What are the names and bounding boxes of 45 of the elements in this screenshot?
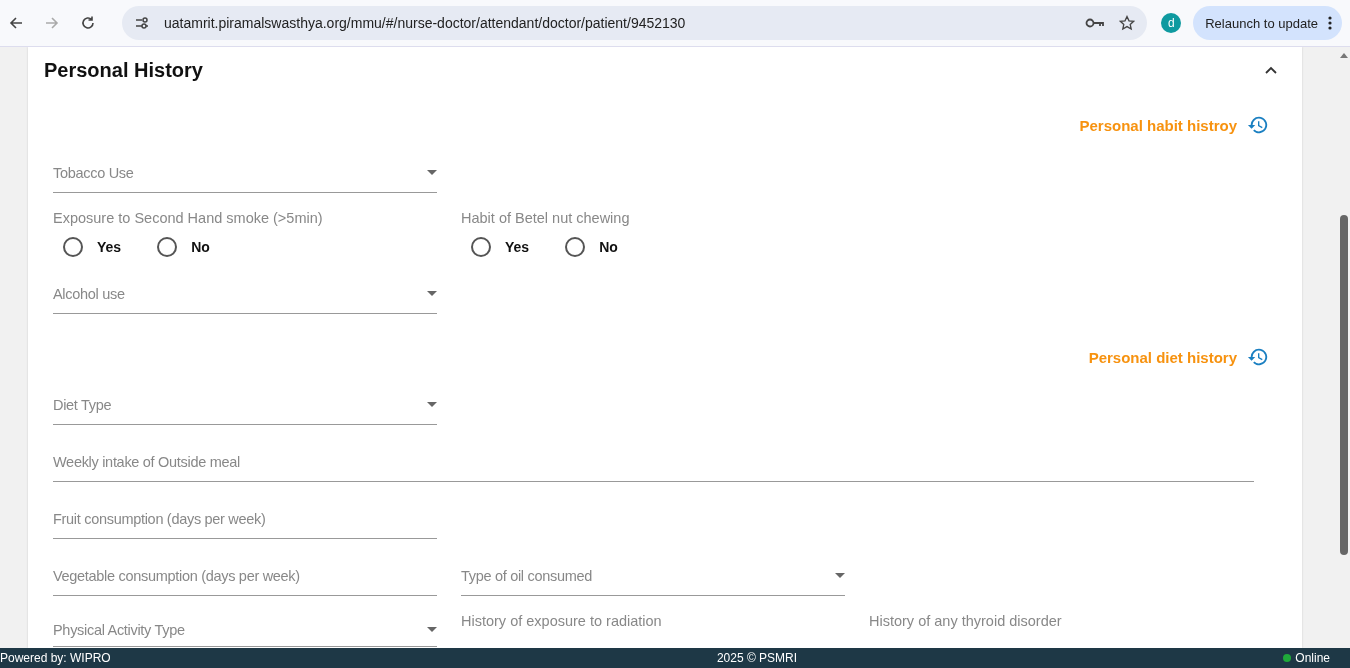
star-icon[interactable] bbox=[1119, 15, 1136, 31]
dropdown-caret-icon bbox=[835, 573, 845, 578]
radio-option[interactable]: No bbox=[157, 237, 210, 257]
select-field[interactable]: Diet Type bbox=[53, 385, 437, 425]
site-settings-icon[interactable] bbox=[134, 15, 150, 31]
radio-option[interactable]: Yes bbox=[471, 237, 530, 257]
radio-option[interactable]: Yes bbox=[63, 237, 122, 257]
question-label: Habit of Betel nut chewing bbox=[461, 210, 631, 226]
radio-circle[interactable] bbox=[157, 237, 178, 257]
more-icon[interactable] bbox=[1328, 16, 1332, 30]
relaunch-button[interactable]: Relaunch to update bbox=[1193, 6, 1342, 40]
history-link[interactable]: Personal diet history bbox=[1088, 348, 1237, 366]
history-link[interactable]: Personal habit histroy bbox=[1079, 116, 1237, 134]
footer-copyright: 2025 © PSMRI bbox=[716, 651, 798, 665]
history-icon[interactable] bbox=[1247, 346, 1269, 368]
radio-circle[interactable] bbox=[63, 237, 83, 257]
footer-credit: Powered by: WIPRO bbox=[0, 651, 111, 665]
input-field[interactable]: Weekly intake of Outside meal bbox=[53, 442, 1254, 482]
dropdown-caret-icon bbox=[427, 291, 437, 296]
select-field[interactable]: Alcohol use bbox=[53, 274, 437, 314]
question-label: History of any thyroid disorder bbox=[869, 613, 1063, 629]
dropdown-caret-icon bbox=[427, 170, 437, 175]
reload-icon[interactable] bbox=[80, 15, 96, 31]
section-title: Personal History bbox=[44, 58, 203, 82]
status-label: Online bbox=[1295, 651, 1330, 665]
input-field[interactable]: Vegetable consumption (days per week) bbox=[53, 556, 437, 596]
scrollbar-thumb[interactable] bbox=[1340, 215, 1348, 555]
scroll-up-icon[interactable] bbox=[1340, 53, 1348, 58]
dropdown-caret-icon bbox=[427, 627, 437, 632]
question-label: Exposure to Second Hand smoke (>5min) bbox=[53, 210, 324, 226]
profile-avatar[interactable]: d bbox=[1161, 13, 1182, 33]
history-icon[interactable] bbox=[1247, 114, 1269, 136]
radio-circle[interactable] bbox=[565, 237, 586, 257]
radio-option[interactable]: No bbox=[565, 237, 618, 257]
address-bar[interactable]: uatamrit.piramalswasthya.org/mmu/#/nurse-doctor/attendant/doctor/patient/9452130 bbox=[122, 6, 1148, 40]
input-field[interactable]: Fruit consumption (days per week) bbox=[53, 499, 437, 539]
radio-circle[interactable] bbox=[471, 237, 491, 257]
select-field[interactable]: Tobacco Use bbox=[53, 153, 437, 193]
question-label: History of exposure to radiation bbox=[461, 613, 663, 629]
select-field[interactable]: Type of oil consumed bbox=[461, 556, 845, 596]
back-icon[interactable] bbox=[8, 15, 24, 31]
dropdown-caret-icon bbox=[427, 402, 437, 407]
collapse-icon[interactable] bbox=[1265, 66, 1277, 74]
key-icon[interactable] bbox=[1085, 17, 1106, 29]
select-field[interactable]: Physical Activity Type bbox=[53, 613, 437, 647]
